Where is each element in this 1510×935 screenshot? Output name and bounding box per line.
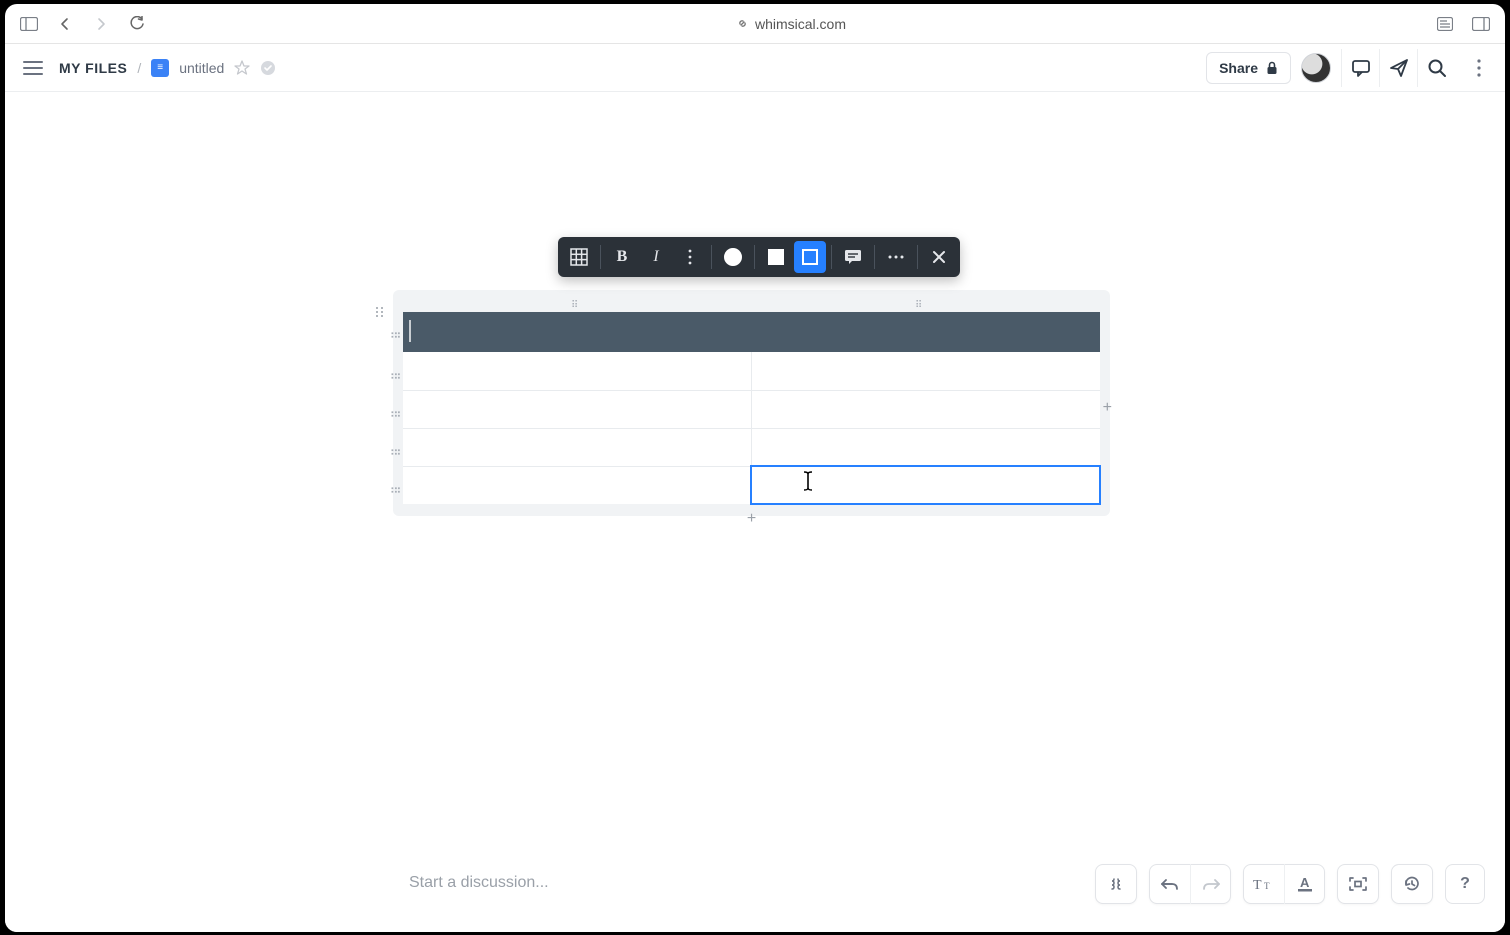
column-handle-2[interactable]: ⠿ bbox=[915, 300, 924, 311]
fit-screen-icon[interactable] bbox=[1338, 864, 1378, 904]
table-row[interactable]: ⠿ bbox=[403, 428, 1100, 466]
table-header-cell[interactable] bbox=[751, 312, 1100, 352]
table-toolbar: B I bbox=[558, 237, 960, 277]
add-row-icon[interactable]: + bbox=[747, 510, 756, 528]
menu-icon[interactable] bbox=[17, 52, 49, 84]
lock-icon bbox=[1266, 61, 1278, 75]
undo-icon[interactable] bbox=[1150, 864, 1190, 904]
doc-icon: ≡ bbox=[151, 59, 169, 77]
table-cell[interactable] bbox=[751, 390, 1100, 428]
link-icon bbox=[736, 17, 749, 30]
row-handle[interactable]: ⠿ bbox=[388, 486, 400, 497]
send-icon[interactable] bbox=[1379, 49, 1417, 87]
add-column-icon[interactable]: + bbox=[1103, 399, 1112, 417]
back-icon[interactable] bbox=[51, 10, 79, 38]
text-caret bbox=[409, 320, 411, 342]
fill-style-icon[interactable] bbox=[760, 241, 792, 273]
table-options-icon[interactable] bbox=[563, 241, 595, 273]
comments-icon[interactable] bbox=[1341, 49, 1379, 87]
app-header: MY FILES / ≡ untitled Share bbox=[5, 44, 1505, 92]
table-row[interactable]: ⠿ bbox=[403, 390, 1100, 428]
share-button[interactable]: Share bbox=[1206, 52, 1291, 84]
search-icon[interactable] bbox=[1417, 49, 1455, 87]
text-color-icon[interactable]: A bbox=[1284, 864, 1324, 904]
sidebar-toggle-icon[interactable] bbox=[15, 10, 43, 38]
svg-text:A: A bbox=[1300, 875, 1310, 890]
column-handle-1[interactable]: ⠿ bbox=[571, 300, 580, 311]
row-handle[interactable]: ⠿ bbox=[388, 371, 400, 382]
comment-icon[interactable] bbox=[837, 241, 869, 273]
table-cell[interactable]: ⠿ bbox=[403, 390, 751, 428]
avatar[interactable] bbox=[1301, 53, 1331, 83]
color-swatch-icon[interactable] bbox=[717, 241, 749, 273]
reload-icon[interactable] bbox=[123, 10, 151, 38]
breadcrumb-root[interactable]: MY FILES bbox=[59, 60, 127, 76]
table-header-row[interactable] bbox=[403, 312, 1100, 352]
help-icon[interactable]: ? bbox=[1445, 864, 1485, 904]
canvas[interactable]: B I bbox=[5, 92, 1505, 932]
browser-bar: whimsical.com bbox=[5, 4, 1505, 44]
svg-text:T: T bbox=[1253, 878, 1262, 892]
text-size-icon[interactable]: TT bbox=[1244, 864, 1284, 904]
star-icon[interactable] bbox=[234, 60, 250, 76]
breadcrumb-separator: / bbox=[137, 60, 141, 76]
row-handle[interactable]: ⠿ bbox=[388, 448, 400, 459]
table-cell[interactable] bbox=[751, 352, 1100, 390]
table-cell[interactable]: ⠿ bbox=[403, 466, 751, 504]
share-label: Share bbox=[1219, 60, 1258, 76]
code-block-icon[interactable] bbox=[1096, 864, 1136, 904]
discussion-placeholder: Start a discussion... bbox=[409, 874, 549, 891]
table-block[interactable]: ⠿ ⠿ ⠿ ⠿ ⠿ ⠿ ⠿ + bbox=[393, 290, 1110, 516]
italic-icon[interactable]: I bbox=[640, 241, 672, 273]
table-header-cell[interactable] bbox=[403, 312, 751, 352]
bold-icon[interactable]: B bbox=[606, 241, 638, 273]
reader-icon[interactable] bbox=[1431, 10, 1459, 38]
more-menu-icon[interactable] bbox=[1465, 59, 1493, 77]
row-handle[interactable]: ⠿ bbox=[388, 410, 400, 421]
table-row[interactable]: ⠿ bbox=[403, 352, 1100, 390]
row-handle-header[interactable]: ⠿ bbox=[388, 331, 400, 342]
redo-icon[interactable] bbox=[1190, 864, 1230, 904]
table-cell[interactable]: ⠿ bbox=[403, 428, 751, 466]
sync-check-icon bbox=[260, 60, 276, 76]
breadcrumb: MY FILES / ≡ untitled bbox=[59, 59, 276, 77]
table-row[interactable]: ⠿ bbox=[403, 466, 1100, 504]
address-bar[interactable]: whimsical.com bbox=[159, 16, 1423, 32]
discussion-input[interactable]: Start a discussion... bbox=[409, 874, 549, 892]
close-icon[interactable] bbox=[923, 241, 955, 273]
table-cell-selected[interactable] bbox=[751, 466, 1100, 504]
table[interactable]: ⠿ ⠿ ⠿ ⠿ bbox=[403, 312, 1100, 504]
outline-style-icon[interactable] bbox=[794, 241, 826, 273]
history-icon[interactable] bbox=[1392, 864, 1432, 904]
svg-text:T: T bbox=[1264, 881, 1270, 891]
bottom-toolbar: TT A ? bbox=[1095, 864, 1485, 904]
text-more-icon[interactable] bbox=[674, 241, 706, 273]
table-drag-handle-icon[interactable] bbox=[375, 306, 385, 318]
table-cell[interactable] bbox=[751, 428, 1100, 466]
url-text: whimsical.com bbox=[755, 16, 846, 32]
forward-icon[interactable] bbox=[87, 10, 115, 38]
toolbar-more-icon[interactable] bbox=[880, 241, 912, 273]
doc-title[interactable]: untitled bbox=[179, 60, 224, 76]
tabs-icon[interactable] bbox=[1467, 10, 1495, 38]
table-cell[interactable]: ⠿ bbox=[403, 352, 751, 390]
